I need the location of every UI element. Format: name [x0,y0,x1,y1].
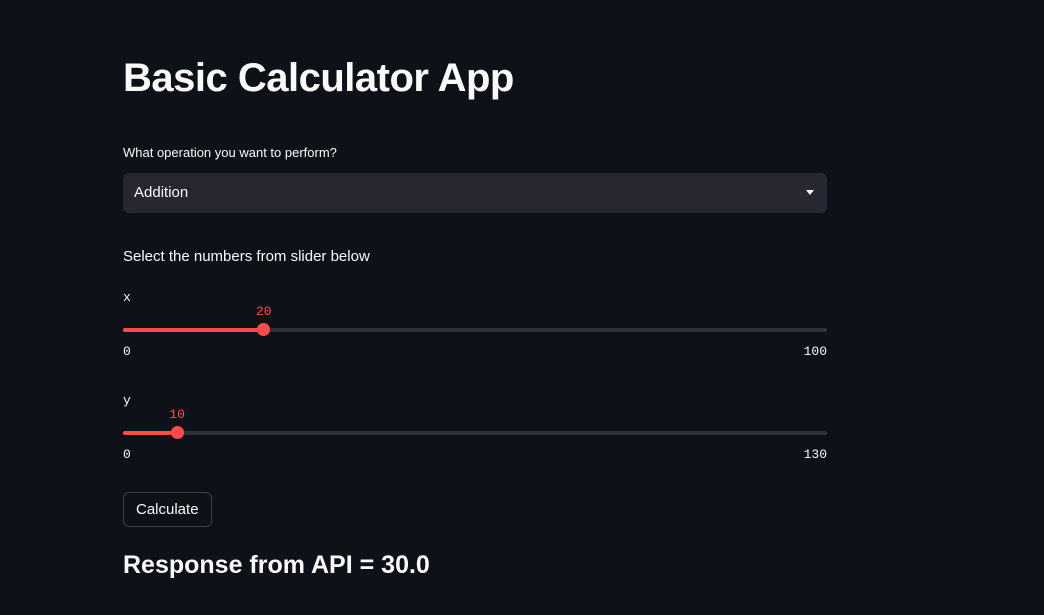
instructions-text: Select the numbers from slider below [123,248,370,265]
operation-select[interactable]: Addition [123,173,827,213]
calculate-button[interactable]: Calculate [123,492,212,527]
operation-select-value: Addition [134,184,189,201]
slider-y: y 10 0 130 [123,393,827,483]
slider-y-thumb[interactable] [170,426,184,439]
slider-y-value: 10 [169,407,185,422]
slider-x-label: x [123,290,131,305]
page-title: Basic Calculator App [123,56,514,100]
slider-x-max: 100 [803,344,827,359]
slider-x-min: 0 [123,344,131,359]
operation-select-label: What operation you want to perform? [123,145,337,160]
slider-x-fill [123,328,264,332]
slider-y-track[interactable] [123,431,827,435]
slider-y-min: 0 [123,447,131,462]
slider-x-thumb[interactable] [257,323,271,336]
api-response-text: Response from API = 30.0 [123,551,430,579]
slider-y-fill [123,431,178,435]
slider-x: x 20 0 100 [123,290,827,380]
slider-y-max: 130 [803,447,827,462]
chevron-down-icon[interactable] [806,190,814,195]
slider-x-value: 20 [255,304,272,319]
slider-y-label: y [123,393,131,408]
slider-x-track[interactable] [123,328,827,332]
